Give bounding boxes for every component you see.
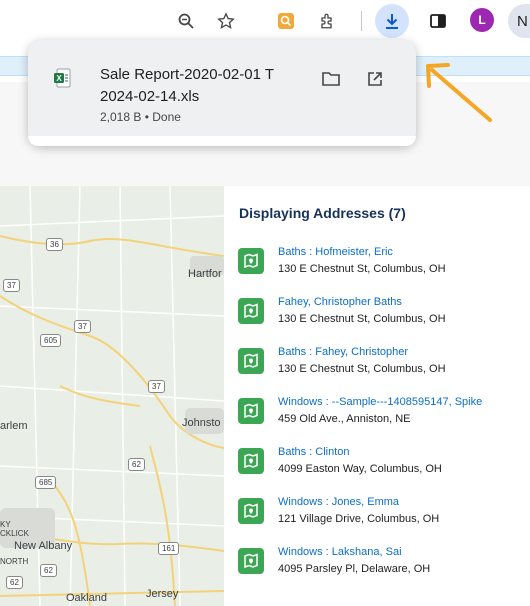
extensions-puzzle-icon[interactable] [314,7,342,35]
folder-icon [322,72,340,86]
route-shield: 62 [40,564,57,577]
svg-text:X: X [56,74,62,83]
open-file-button[interactable] [362,66,388,92]
address-list-item[interactable]: Baths : Hofmeister, Eric 130 E Chestnut … [238,246,530,286]
address-name-link[interactable]: Windows : Lakshana, Sai [278,546,402,558]
download-filename[interactable]: Sale Report-2020-02-01 T [100,64,306,86]
download-icon[interactable] [378,7,406,35]
address-name-link[interactable]: Windows : Jones, Emma [278,496,399,508]
route-shield: 37 [148,380,165,393]
map-label: Oakland [66,592,107,604]
browser-toolbar: L N [0,0,530,42]
map-label: Johnsto [182,417,221,429]
address-list-item[interactable]: Windows : Jones, Emma 121 Village Drive,… [238,496,530,536]
excel-file-icon: X [54,68,72,88]
address-text: 130 E Chestnut St, Columbus, OH [278,263,446,275]
orange-arrow-icon [426,62,492,122]
route-shield: 62 [128,458,145,471]
address-panel: Displaying Addresses (7) Baths : Hofmeis… [224,186,530,606]
show-in-folder-button[interactable] [318,66,344,92]
address-list-item[interactable]: Baths : Fahey, Christopher 130 E Chestnu… [238,346,530,386]
address-list-item[interactable]: Baths : Clinton 4099 Easton Way, Columbu… [238,446,530,486]
address-text: 4099 Easton Way, Columbus, OH [278,463,442,475]
address-name-link[interactable]: Windows : --Sample---1408595147, Spike [278,396,482,408]
address-name-link[interactable]: Baths : Hofmeister, Eric [278,246,393,258]
address-name-link[interactable]: Fahey, Christopher Baths [278,296,402,308]
address-text: 130 E Chestnut St, Columbus, OH [278,313,446,325]
map-pin-icon[interactable] [238,398,264,424]
zoom-icon[interactable] [172,7,200,35]
route-shield: 36 [46,238,63,251]
map-pin-icon[interactable] [238,448,264,474]
avatar[interactable]: L [470,8,494,32]
map-label: CKLICK [0,529,29,538]
map-pin-icon[interactable] [238,548,264,574]
address-text: 4095 Parsley Pl, Delaware, OH [278,563,431,575]
map-pin-icon[interactable] [238,348,264,374]
download-bubble: X Sale Report-2020-02-01 T 2024-02-14.xl… [28,40,416,146]
address-name-link[interactable]: Baths : Fahey, Christopher [278,346,408,358]
panel-title: Displaying Addresses (7) [239,205,406,221]
open-external-icon [368,72,382,86]
address-text: 121 Village Drive, Columbus, OH [278,513,440,525]
address-name-link[interactable]: Baths : Clinton [278,446,350,458]
download-bubble-footer [28,136,416,146]
map[interactable]: 36 37 37 605 37 62 685 161 62 62 Hartfor… [0,186,224,606]
address-list-item[interactable]: Fahey, Christopher Baths 130 E Chestnut … [238,296,530,336]
address-text: 459 Old Ave., Anniston, NE [278,413,411,425]
address-text: 130 E Chestnut St, Columbus, OH [278,363,446,375]
route-shield: 37 [74,320,91,333]
profile-button[interactable]: N [508,4,530,38]
map-label: Hartfor [188,268,222,280]
route-shield: 37 [3,279,20,292]
address-list-item[interactable]: Windows : --Sample---1408595147, Spike 4… [238,396,530,436]
map-label: arlem [0,420,28,432]
route-shield: 685 [35,476,57,489]
toolbar-separator [361,11,362,31]
map-label: KY [0,520,11,529]
map-label: NORTH [0,557,29,566]
map-pin-icon[interactable] [238,248,264,274]
side-panel-icon[interactable] [424,7,452,35]
download-filename-continued[interactable]: 2024-02-14.xls [100,86,199,108]
route-shield: 605 [40,334,62,347]
map-label: Jersey [146,588,179,600]
map-pin-icon[interactable] [238,298,264,324]
map-label: New Albany [14,540,73,552]
address-list-item[interactable]: Windows : Lakshana, Sai 4095 Parsley Pl,… [238,546,530,586]
route-shield: 62 [6,576,23,589]
bookmark-star-icon[interactable] [212,7,240,35]
map-pin-icon[interactable] [238,498,264,524]
route-shield: 161 [158,542,180,555]
extension-icon[interactable] [272,7,300,35]
download-status: 2,018 B • Done [100,110,181,124]
